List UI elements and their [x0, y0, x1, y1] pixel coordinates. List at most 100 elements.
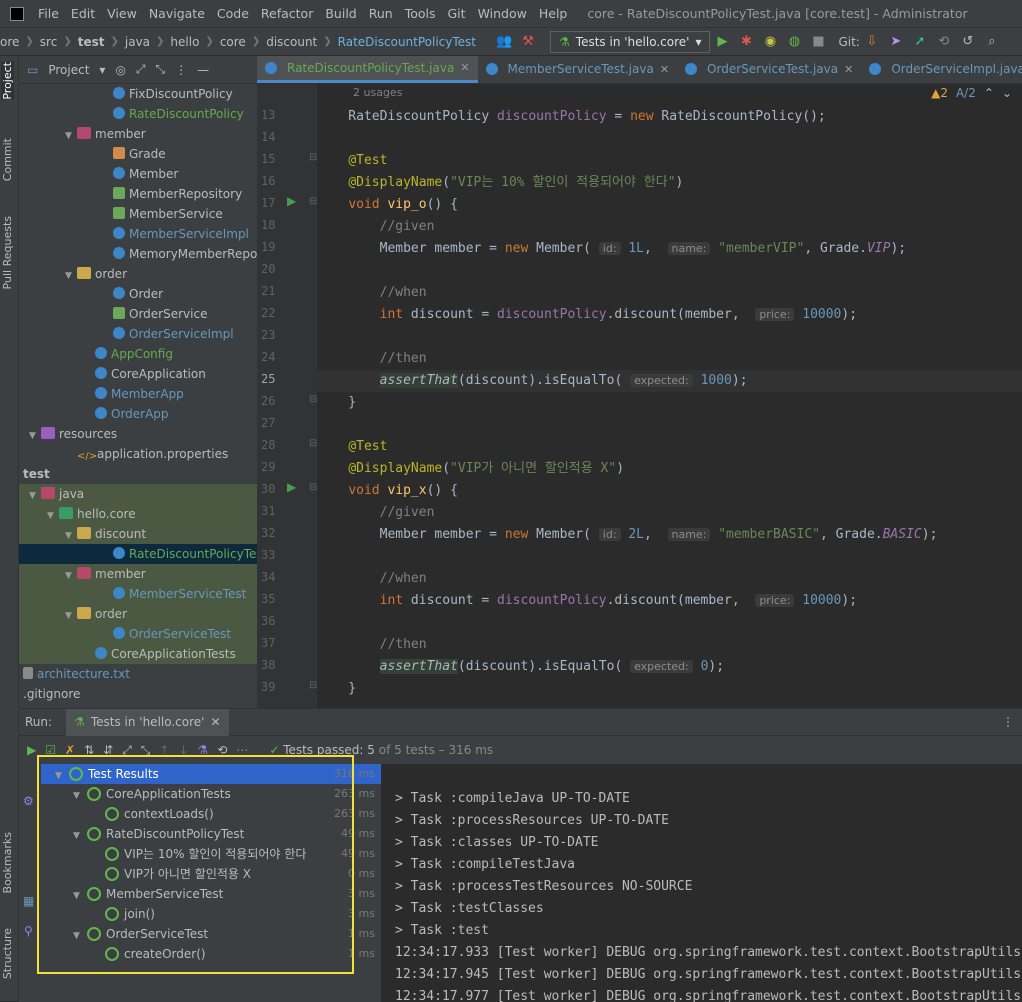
project-tree-item[interactable]: OrderServiceImpl — [19, 324, 257, 344]
structure-tool-tab[interactable]: Structure — [1, 928, 14, 979]
expand-all-icon[interactable]: ⤢ — [122, 743, 132, 758]
project-tree-item[interactable]: Order — [19, 284, 257, 304]
project-tree-item[interactable]: ▼ member — [19, 124, 257, 144]
chevron-down-icon[interactable]: ▼ — [65, 266, 77, 286]
chevron-down-icon[interactable]: ▼ — [73, 786, 87, 806]
menu-tools[interactable]: Tools — [399, 6, 442, 21]
git-push-icon[interactable]: ➚ — [912, 34, 928, 49]
history-icon[interactable]: ⟲ — [936, 34, 952, 49]
breadcrumb-module[interactable]: ore — [0, 35, 19, 49]
project-tree-item[interactable]: ▼ member — [19, 564, 257, 584]
options-icon[interactable]: ⋮ — [1002, 715, 1014, 729]
project-tree-item[interactable]: OrderServiceTest — [19, 624, 257, 644]
debug-icon[interactable]: ✱ — [738, 34, 754, 49]
project-tree-item[interactable]: CoreApplication — [19, 364, 257, 384]
menu-code[interactable]: Code — [211, 6, 255, 21]
sort-alpha-icon[interactable]: ⇅ — [84, 743, 94, 757]
profile-icon[interactable]: ◍ — [786, 34, 802, 49]
chevron-down-icon[interactable]: ▼ — [65, 126, 77, 146]
chevron-down-icon[interactable]: ▾ — [99, 63, 105, 77]
git-update-icon[interactable]: ⇩ — [864, 34, 880, 49]
run-gutter-icon[interactable]: ▶ — [287, 194, 296, 208]
chevron-down-icon[interactable]: ▼ — [65, 606, 77, 626]
project-tree-item[interactable]: CoreApplicationTests — [19, 644, 257, 664]
close-icon[interactable]: ✕ — [844, 63, 853, 76]
next-failed-icon[interactable]: ↓ — [178, 743, 188, 757]
project-tree-item[interactable]: ▼ hello.core — [19, 504, 257, 524]
project-tree-item[interactable]: architecture.txt — [19, 664, 257, 684]
project-tree-item[interactable]: OrderService — [19, 304, 257, 324]
close-icon[interactable]: ✕ — [460, 61, 469, 74]
breadcrumb-src[interactable]: src — [40, 35, 58, 49]
chevron-up-icon[interactable]: ⌃ — [984, 86, 994, 100]
breadcrumb-class[interactable]: RateDiscountPolicyTest — [338, 35, 476, 49]
rerun-icon[interactable]: ▶ — [27, 743, 36, 757]
show-ignored-icon[interactable]: ✗ — [65, 743, 75, 757]
test-result-item[interactable]: ▼ CoreApplicationTests 263 ms — [41, 784, 381, 804]
rollback-icon[interactable]: ↺ — [960, 34, 976, 49]
project-tree-item[interactable]: FixDiscountPolicy — [19, 84, 257, 104]
project-tree-item[interactable]: MemberRepository — [19, 184, 257, 204]
chevron-down-icon[interactable]: ▼ — [65, 526, 77, 546]
project-tree-item[interactable]: MemberServiceTest — [19, 584, 257, 604]
breadcrumb-test[interactable]: test — [78, 35, 105, 49]
more-icon[interactable]: ⋯ — [236, 743, 248, 757]
breadcrumb-discount[interactable]: discount — [266, 35, 317, 49]
expand-all-icon[interactable]: ⤢ — [136, 62, 146, 77]
breadcrumb-hello[interactable]: hello — [170, 35, 199, 49]
test-result-item[interactable]: VIP가 아니면 할인적용 X 0 ms — [41, 864, 381, 884]
chevron-down-icon[interactable]: ▼ — [73, 826, 87, 846]
test-result-item[interactable]: ▼ Test Results 316 ms — [41, 764, 381, 784]
build-hammer-icon[interactable]: ⚒ — [520, 34, 536, 49]
git-commit-icon[interactable]: ➤ — [888, 34, 904, 49]
project-tree-item[interactable]: </>application.properties — [19, 444, 257, 464]
test-result-item[interactable]: contextLoads() 263 ms — [41, 804, 381, 824]
user-icon[interactable]: 👥 — [496, 34, 512, 49]
project-tree-item[interactable]: ▼ order — [19, 264, 257, 284]
run-tab-tests[interactable]: ⚗ Tests in 'hello.core' ✕ — [66, 708, 229, 736]
commit-tool-tab[interactable]: Commit — [1, 138, 14, 181]
tab-orderserviceimpl[interactable]: OrderServiceImpl.java ✕ — [861, 56, 1022, 83]
menu-build[interactable]: Build — [319, 6, 362, 21]
project-tree-item[interactable]: MemberApp — [19, 384, 257, 404]
project-tree-item[interactable]: test — [19, 464, 257, 484]
chevron-down-icon[interactable]: ⌄ — [1002, 86, 1012, 100]
bookmarks-tool-tab[interactable]: Bookmarks — [1, 832, 14, 893]
project-tree-item[interactable]: OrderApp — [19, 404, 257, 424]
project-tree-item[interactable]: ▼ java — [19, 484, 257, 504]
project-tree-item[interactable]: AppConfig — [19, 344, 257, 364]
project-tree-item[interactable]: RateDiscountPolicy — [19, 104, 257, 124]
project-tool-tab[interactable]: Project — [1, 62, 14, 100]
chevron-down-icon[interactable]: ▼ — [73, 886, 87, 906]
history-icon[interactable]: ⟲ — [217, 743, 227, 757]
run-configuration-select[interactable]: ⚗ Tests in 'hello.core' ▾ — [550, 30, 711, 53]
console-output[interactable]: > Task :compileJava UP-TO-DATE > Task :pr… — [381, 764, 1022, 1002]
chevron-down-icon[interactable]: ▼ — [47, 506, 59, 526]
pull-requests-tool-tab[interactable]: Pull Requests — [1, 216, 14, 289]
code-area[interactable]: 2 usages RateDiscountPolicy discountPoli… — [317, 84, 1022, 708]
test-result-item[interactable]: ▼ MemberServiceTest 3 ms — [41, 884, 381, 904]
chevron-down-icon[interactable]: ▼ — [29, 426, 41, 446]
settings-icon[interactable]: ⚙ — [23, 794, 34, 808]
test-result-item[interactable]: VIP는 10% 할인이 적용되어야 한다 49 ms — [41, 844, 381, 864]
inspection-widget[interactable]: ▲2 A/2 ⌃ ⌄ — [931, 86, 1012, 100]
import-tests-icon[interactable]: ⚗ — [198, 743, 209, 757]
menu-git[interactable]: Git — [442, 6, 472, 21]
project-tree-item[interactable]: ▼ discount — [19, 524, 257, 544]
sort-duration-icon[interactable]: ⇵ — [103, 743, 113, 757]
chevron-down-icon[interactable]: ▼ — [73, 926, 87, 946]
menu-help[interactable]: Help — [533, 6, 574, 21]
chevron-down-icon[interactable]: ▼ — [55, 766, 69, 786]
test-result-item[interactable]: ▼ RateDiscountPolicyTest 49 ms — [41, 824, 381, 844]
chevron-down-icon[interactable]: ▼ — [65, 566, 77, 586]
menu-window[interactable]: Window — [472, 6, 533, 21]
breadcrumb-java[interactable]: java — [125, 35, 150, 49]
chevron-down-icon[interactable]: ▼ — [29, 486, 41, 506]
run-gutter-icon[interactable]: ▶ — [287, 480, 296, 494]
project-title[interactable]: Project — [48, 63, 89, 77]
project-tree-item[interactable]: MemoryMemberRepositor — [19, 244, 257, 264]
collapse-all-icon[interactable]: ⤡ — [156, 62, 166, 77]
project-tree-item[interactable]: ▼ resources — [19, 424, 257, 444]
pin-icon[interactable]: ⚲ — [24, 924, 33, 938]
search-icon[interactable]: ⌕ — [984, 34, 1000, 49]
